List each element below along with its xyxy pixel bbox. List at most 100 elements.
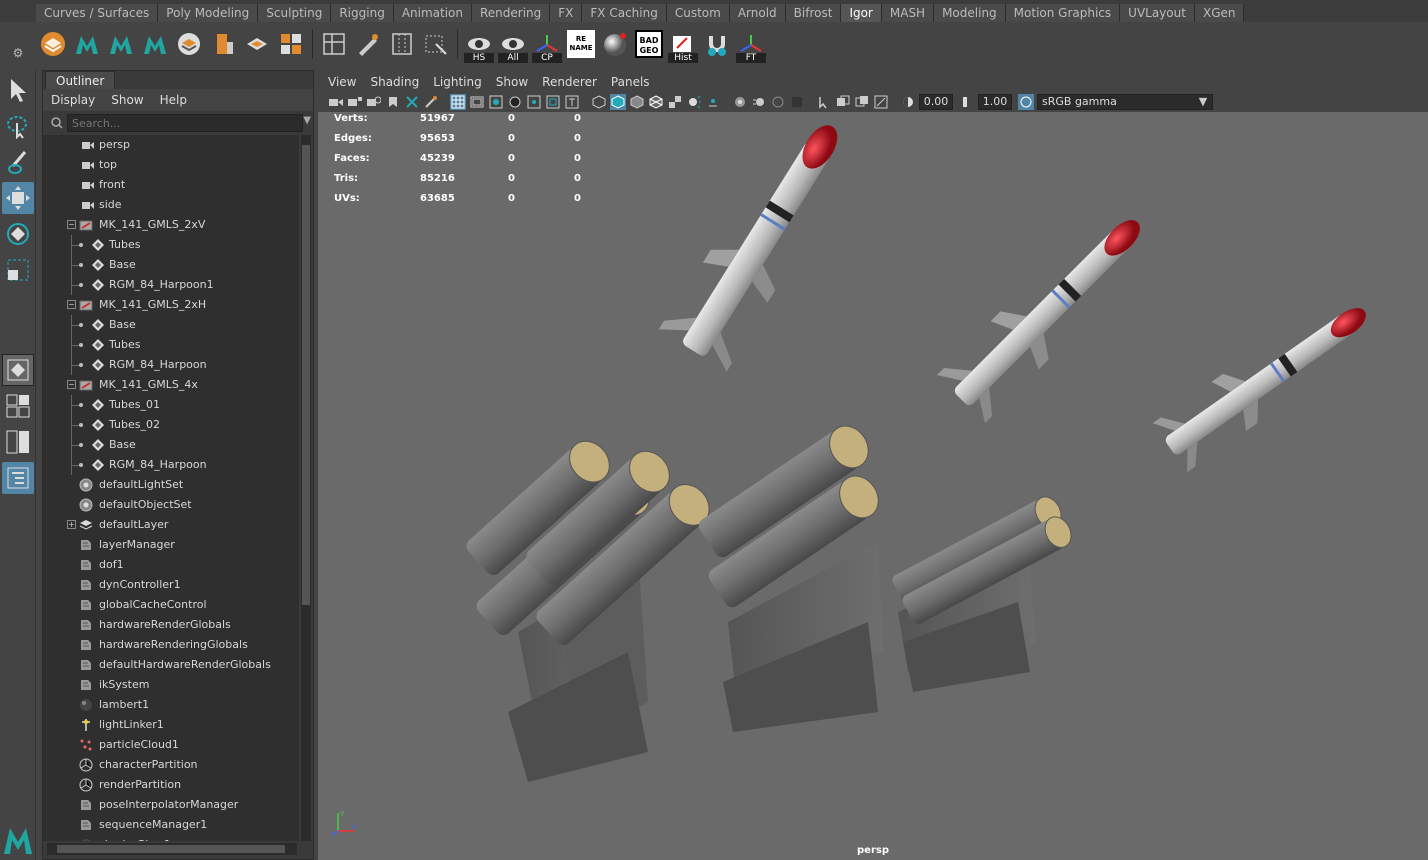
bevel-tool-button[interactable] bbox=[208, 29, 238, 59]
shadows-icon[interactable] bbox=[705, 94, 721, 110]
depth-of-field-icon[interactable] bbox=[789, 94, 805, 110]
shelf-tab-uvlayout[interactable]: UVLayout bbox=[1120, 4, 1195, 22]
outliner-item-tubes-02[interactable]: Tubes_02 bbox=[43, 415, 299, 435]
resolution-gate-icon[interactable] bbox=[488, 94, 504, 110]
scrollbar-thumb[interactable] bbox=[302, 145, 310, 605]
outliner-item-tubes[interactable]: Tubes bbox=[43, 335, 299, 355]
select-tool-arrow-icon[interactable] bbox=[2, 74, 34, 106]
shelf-tab-bifrost[interactable]: Bifrost bbox=[785, 4, 842, 22]
show-all-button[interactable]: All bbox=[498, 29, 528, 63]
shelf-tab-poly-modeling[interactable]: Poly Modeling bbox=[158, 4, 259, 22]
viewport-menu-renderer[interactable]: Renderer bbox=[542, 75, 597, 89]
safe-action-icon[interactable] bbox=[545, 94, 561, 110]
outliner-item-base[interactable]: Base bbox=[43, 435, 299, 455]
polygon-tool-button[interactable] bbox=[38, 29, 68, 59]
select-edge-button[interactable] bbox=[421, 29, 451, 59]
outliner-item-defaulthardwarerenderglobals[interactable]: defaultHardwareRenderGlobals bbox=[43, 655, 299, 675]
outliner-item-particlecloud1[interactable]: particleCloud1 bbox=[43, 735, 299, 755]
outliner-item-persp[interactable]: persp bbox=[43, 135, 299, 155]
two-view-layout-icon[interactable] bbox=[2, 426, 34, 458]
collapse-toggle-icon[interactable]: − bbox=[67, 380, 76, 389]
camera-lock-icon[interactable] bbox=[347, 94, 363, 110]
outliner-item-rgm-84-harpoon[interactable]: RGM_84_Harpoon bbox=[43, 355, 299, 375]
default-material-icon[interactable] bbox=[629, 94, 645, 110]
edge-loop-button[interactable] bbox=[387, 29, 417, 59]
multisample-aa-icon[interactable] bbox=[770, 94, 786, 110]
shelf-tab-rendering[interactable]: Rendering bbox=[472, 4, 551, 22]
viewport-menu-view[interactable]: View bbox=[328, 75, 356, 89]
gamma-field[interactable]: 1.00 bbox=[978, 94, 1012, 110]
shelf-tab-curves-surfaces[interactable]: Curves / Surfaces bbox=[36, 4, 159, 22]
textured-icon[interactable] bbox=[667, 94, 683, 110]
outliner-item-tubes[interactable]: Tubes bbox=[43, 235, 299, 255]
outliner-menu-help[interactable]: Help bbox=[160, 93, 187, 107]
shelf-tab-animation[interactable]: Animation bbox=[393, 4, 472, 22]
shelf-tab-modeling[interactable]: Modeling bbox=[934, 4, 1006, 22]
center-pivot-button[interactable]: CP bbox=[532, 29, 562, 63]
image-plane-icon[interactable] bbox=[404, 94, 420, 110]
viewport-menu-panels[interactable]: Panels bbox=[611, 75, 650, 89]
outliner-item-poseinterpolatormanager[interactable]: poseInterpolatorManager bbox=[43, 795, 299, 815]
outliner-item-base[interactable]: Base bbox=[43, 315, 299, 335]
hide-selected-button[interactable]: HS bbox=[464, 29, 494, 63]
scale-tool-icon[interactable] bbox=[2, 254, 34, 286]
outliner-horizontal-scrollbar[interactable] bbox=[47, 843, 297, 855]
2d-pan-zoom-icon[interactable] bbox=[423, 94, 439, 110]
gamma-icon[interactable] bbox=[959, 94, 975, 110]
field-chart-icon[interactable] bbox=[526, 94, 542, 110]
view-transform-dropdown[interactable]: sRGB gamma ▼ bbox=[1037, 94, 1213, 110]
outliner-item-lambert1[interactable]: lambert1 bbox=[43, 695, 299, 715]
rename-button[interactable]: RE NAME bbox=[566, 29, 596, 59]
select-camera-icon[interactable] bbox=[328, 94, 344, 110]
shelf-tab-fx-caching[interactable]: FX Caching bbox=[582, 4, 667, 22]
outliner-item-mk-141-gmls-2xh[interactable]: − MK_141_GMLS_2xH bbox=[43, 295, 299, 315]
gate-mask-icon[interactable] bbox=[507, 94, 523, 110]
exposure-field[interactable]: 0.00 bbox=[919, 94, 953, 110]
delete-history-button[interactable]: Hist bbox=[668, 29, 698, 63]
bookmark-icon[interactable] bbox=[385, 94, 401, 110]
camera-attributes-icon[interactable] bbox=[366, 94, 382, 110]
outliner-vertical-scrollbar[interactable] bbox=[301, 135, 311, 841]
outliner-item-dof1[interactable]: dof1 bbox=[43, 555, 299, 575]
expand-toggle-icon[interactable]: + bbox=[67, 520, 76, 529]
lasso-tool-icon[interactable] bbox=[2, 110, 34, 142]
smooth-shade-icon[interactable] bbox=[610, 94, 626, 110]
outliner-search-input[interactable] bbox=[67, 114, 303, 132]
paint-tool-button[interactable] bbox=[353, 29, 383, 59]
outliner-item-mk-141-gmls-2xv[interactable]: − MK_141_GMLS_2xV bbox=[43, 215, 299, 235]
magnet-tool-button[interactable] bbox=[702, 29, 732, 59]
outliner-item-rgm-84-harpoon[interactable]: RGM_84_Harpoon bbox=[43, 455, 299, 475]
bad-geo-button[interactable]: BAD GEO bbox=[634, 29, 664, 59]
isolate-select-icon[interactable] bbox=[816, 94, 832, 110]
shelf-tab-motion-graphics[interactable]: Motion Graphics bbox=[1005, 4, 1121, 22]
single-perspective-layout-icon[interactable] bbox=[2, 354, 34, 386]
outliner-item-defaultlightset[interactable]: defaultLightSet bbox=[43, 475, 299, 495]
outliner-item-shaderglow1[interactable]: shaderGlow1 bbox=[43, 835, 299, 841]
viewport-menu-shading[interactable]: Shading bbox=[370, 75, 419, 89]
outliner-item-dyncontroller1[interactable]: dynController1 bbox=[43, 575, 299, 595]
film-gate-icon[interactable] bbox=[469, 94, 485, 110]
exposure-icon[interactable] bbox=[900, 94, 916, 110]
move-tool-icon[interactable] bbox=[2, 182, 34, 214]
shelf-tab-rigging[interactable]: Rigging bbox=[331, 4, 394, 22]
outliner-item-renderpartition[interactable]: renderPartition bbox=[43, 775, 299, 795]
shelf-tab-sculpting[interactable]: Sculpting bbox=[258, 4, 332, 22]
outliner-item-characterpartition[interactable]: characterPartition bbox=[43, 755, 299, 775]
shelf-tab-custom[interactable]: Custom bbox=[666, 4, 730, 22]
outliner-item-hardwarerenderglobals[interactable]: hardwareRenderGlobals bbox=[43, 615, 299, 635]
outliner-tab[interactable]: Outliner bbox=[45, 71, 116, 89]
maya-script-1-button[interactable] bbox=[72, 29, 102, 59]
uv-tool-button[interactable] bbox=[174, 29, 204, 59]
outliner-item-base[interactable]: Base bbox=[43, 255, 299, 275]
search-dropdown-chevron-down-icon[interactable]: ▼ bbox=[303, 115, 311, 126]
color-management-toggle-icon[interactable] bbox=[1018, 94, 1034, 110]
shelf-tab-arnold[interactable]: Arnold bbox=[729, 4, 786, 22]
paint-select-tool-icon[interactable] bbox=[2, 146, 34, 178]
outliner-item-sequencemanager1[interactable]: sequenceManager1 bbox=[43, 815, 299, 835]
outliner-item-top[interactable]: top bbox=[43, 155, 299, 175]
freeze-transforms-button[interactable]: FT bbox=[736, 29, 766, 63]
grid-icon[interactable] bbox=[450, 94, 466, 110]
viewport-menu-show[interactable]: Show bbox=[496, 75, 528, 89]
collapse-toggle-icon[interactable]: − bbox=[67, 300, 76, 309]
motion-blur-icon[interactable] bbox=[751, 94, 767, 110]
